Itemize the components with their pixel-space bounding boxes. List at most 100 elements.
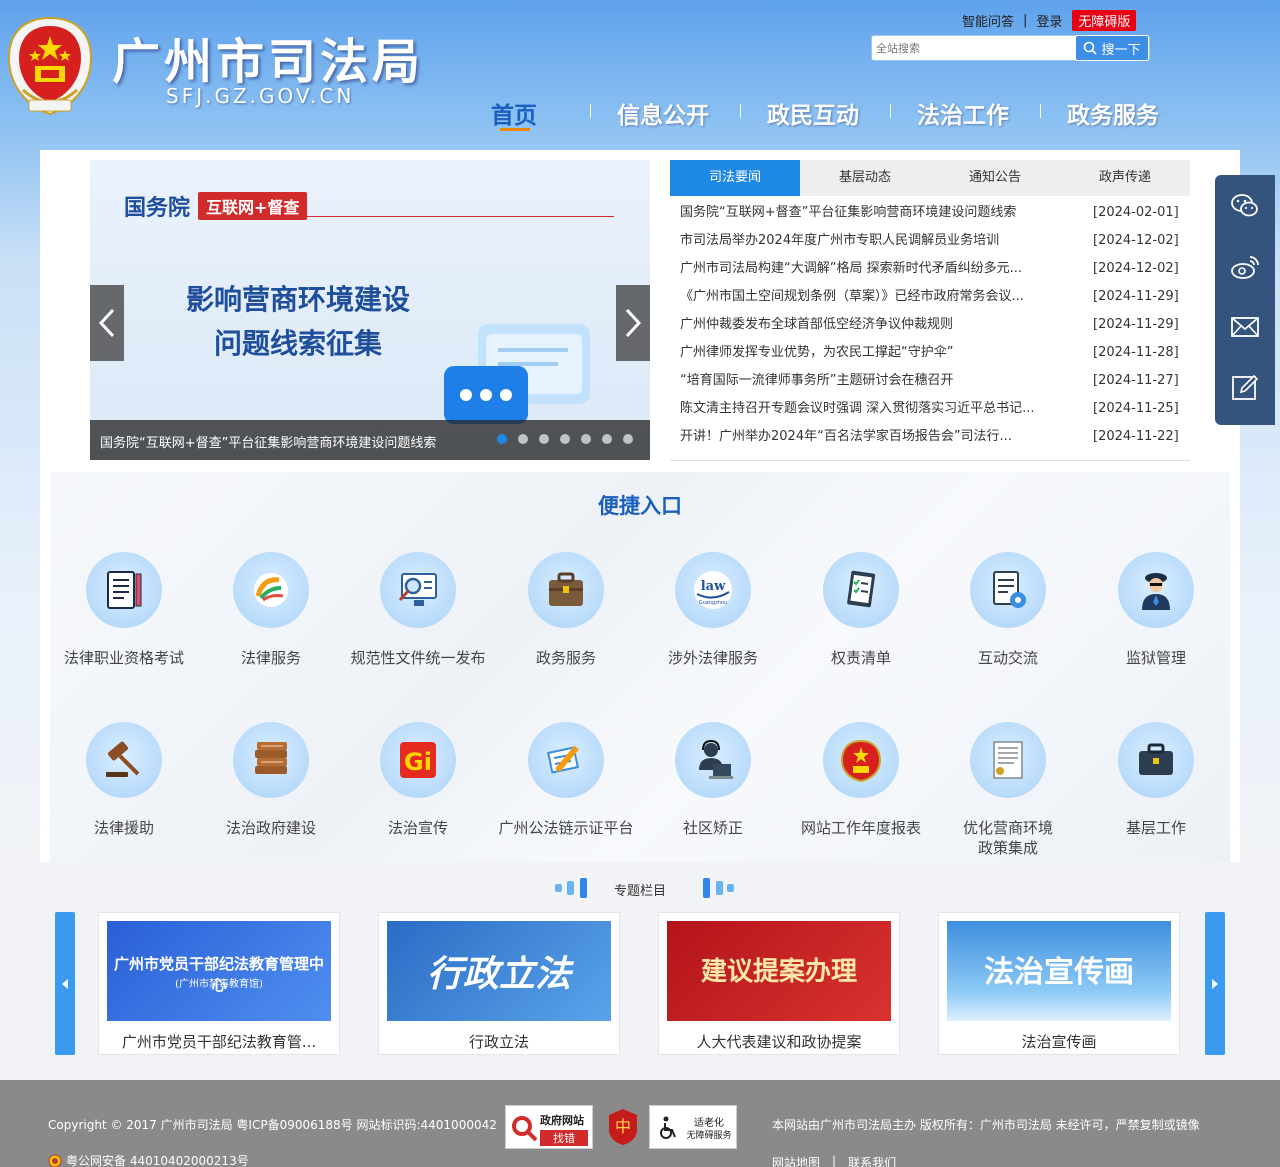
topic-card-image-subtitle: (广州市禁毒教育馆) [175,979,263,990]
news-item[interactable]: 广州律师发挥专业优势，为农民工撑起“守护伞” [2024-11-28] [670,340,1190,368]
quick-entry-icon-circle [970,722,1046,798]
elder-friendly-line1: 适老化 [694,1118,724,1129]
svg-text:中: 中 [615,1117,631,1136]
quick-entry[interactable]: 规范性文件统一发布 [344,552,492,692]
quick-entry[interactable]: 基层工作 [1082,722,1230,862]
carousel-dot[interactable] [602,434,612,444]
topic-card-legislation[interactable]: 行政立法 行政立法 [378,912,620,1055]
quick-entry[interactable]: 监狱管理 [1082,552,1230,692]
topic-card-posters[interactable]: 法治宣传画 法治宣传画 [938,912,1180,1055]
login-link[interactable]: 登录 [1036,11,1062,30]
decor-bar [716,881,723,895]
quick-entry[interactable]: 社区矫正 [639,722,787,862]
tab-notices[interactable]: 通知公告 [930,160,1060,196]
slide-divider [206,216,614,217]
quick-entry-label: 监狱管理 [1125,649,1186,667]
quick-entry[interactable]: 政务服务 [492,552,640,692]
sitemap-link[interactable]: 网站地图 [772,1154,820,1167]
nav-rule-of-law[interactable]: 法治工作 [917,96,1009,130]
search-box: 搜一下 [871,35,1150,61]
news-item[interactable]: 广州仲裁委发布全球首部低空经济争议仲裁规则 [2024-11-29] [670,312,1190,340]
news-carousel[interactable]: 国务院 互联网+督查 影响营商环境建设 问题线索征集 国务院“互联网+督查”平台… [90,160,650,460]
news-title[interactable]: 广州仲裁委发布全球首部低空经济争议仲裁规则 [680,312,1072,338]
news-date: [2024-11-22] [1093,429,1179,444]
news-title[interactable]: 广州市司法局构建“大调解”格局 探索新时代矛盾纠纷多元... [680,256,1072,282]
justice-emblem-icon[interactable] [5,14,95,118]
quick-entry[interactable]: 优化营商环境政策集成 [934,722,1082,862]
nav-info-disclosure[interactable]: 信息公开 [617,96,709,130]
carousel-next-button[interactable] [616,285,650,361]
nav-interaction[interactable]: 政民互动 [767,96,859,130]
quick-entry[interactable]: law Guangzhou 涉外法律服务 [639,552,787,692]
accessibility-link[interactable]: 无障碍版 [1072,10,1137,31]
slide-headline-line1: 影响营商环境建设 [185,283,410,316]
topics-prev-button[interactable] [55,912,75,1055]
weibo-button[interactable] [1230,252,1260,282]
mail-button[interactable] [1230,312,1260,342]
quick-entry[interactable]: 法治政府建设 [197,722,345,862]
quick-entry[interactable]: 法律职业资格考试 [50,552,198,692]
contact-link[interactable]: 联系我们 [848,1154,896,1167]
topic-card-image-title: 法治宣传画 [984,955,1134,990]
tab-gov-voice[interactable]: 政声传递 [1060,160,1190,196]
quick-entry[interactable]: 权责清单 [787,552,935,692]
nav-home[interactable]: 首页 [491,96,537,130]
tab-grassroots[interactable]: 基层动态 [800,160,930,196]
carousel-dot[interactable] [518,434,528,444]
carousel-prev-button[interactable] [90,285,124,361]
quick-entry[interactable]: 互动交流 [934,552,1082,692]
news-title[interactable]: 陈文清主持召开专题会议时强调 深入贯彻落实习近平总书记... [680,396,1072,422]
quick-entry-icon-circle [1118,552,1194,628]
topic-card-education-center[interactable]: 广州市党员干部纪法教育管理中心 (广州市禁毒教育馆) 广州市党员干部纪法教育管.… [98,912,340,1055]
top-links: 智能问答 | 登录 无障碍版 [962,10,1137,31]
news-divider [670,460,1190,461]
quick-entry[interactable]: 广州公法链示证平台 [492,722,640,862]
news-title[interactable]: “培育国际一流律师事务所”主题研讨会在穗召开 [680,368,1072,394]
news-item[interactable]: 广州市司法局构建“大调解”格局 探索新时代矛盾纠纷多元... [2024-12-0… [670,256,1190,284]
qa-link[interactable]: 智能问答 [962,11,1014,30]
news-title[interactable]: 市司法局举办2024年度广州市专职人民调解员业务培训 [680,228,1072,254]
nav-gov-services[interactable]: 政务服务 [1067,96,1159,130]
topics-next-button[interactable] [1205,912,1225,1055]
news-title[interactable]: 《广州市国土空间规划条例（草案）》已经市政府常务会议... [680,284,1072,310]
elder-friendly-line2: 无障碍服务 [686,1131,732,1141]
news-item[interactable]: 陈文清主持召开专题会议时强调 深入贯彻落实习近平总书记... [2024-11-2… [670,396,1190,424]
news-item[interactable]: “培育国际一流律师事务所”主题研讨会在穗召开 [2024-11-27] [670,368,1190,396]
news-item[interactable]: 市司法局举办2024年度广州市专职人民调解员业务培训 [2024-12-02] [670,228,1190,256]
elder-friendly-badge[interactable]: 适老化 无障碍服务 [649,1105,737,1149]
carousel-dot[interactable] [539,434,549,444]
search-input[interactable] [876,38,1072,58]
carousel-dot[interactable] [497,434,507,444]
quick-entry[interactable]: 法律援助 [50,722,198,862]
news-item[interactable]: 开讲！广州举办2024年“百名法学家百场报告会”司法行... [2024-11-2… [670,424,1190,452]
news-title[interactable]: 开讲！广州举办2024年“百名法学家百场报告会”司法行... [680,424,1072,450]
carousel-caption[interactable]: 国务院“互联网+督查”平台征集影响营商环境建设问题线索 [100,432,436,451]
topic-card-caption: 广州市党员干部纪法教育管... [121,1033,317,1051]
law-globe-icon: law Guangzhou [694,571,732,609]
legal-service-logo-icon [254,573,288,607]
news-item[interactable]: 国务院“互联网+督查”平台征集影响营商环境建设问题线索 [2024-02-01] [670,200,1190,228]
operator-laptop-icon [699,739,733,779]
party-org-badge[interactable]: 中 [608,1108,638,1146]
quick-entry-icon-circle [675,722,751,798]
footer-police-record[interactable]: 粤公网安备 44010402000213号 [48,1152,249,1167]
carousel-dot[interactable] [581,434,591,444]
carousel-dot[interactable] [623,434,633,444]
feedback-button[interactable] [1230,372,1260,402]
carousel-dot[interactable] [560,434,570,444]
wechat-button[interactable] [1230,191,1260,221]
topic-card-image: 建议提案办理 [667,921,891,1021]
news-item[interactable]: 《广州市国土空间规划条例（草案）》已经市政府常务会议... [2024-11-29… [670,284,1190,312]
quick-entry[interactable]: 法律服务 [197,552,345,692]
news-title[interactable]: 国务院“互联网+督查”平台征集影响营商环境建设问题线索 [680,200,1072,226]
topic-card-caption: 行政立法 [468,1033,529,1051]
topic-card-proposals[interactable]: 建议提案办理 人大代表建议和政协提案 [658,912,900,1055]
quick-entry[interactable]: 网站工作年度报表 [787,722,935,862]
tab-judicial-news[interactable]: 司法要闻 [670,160,800,196]
topic-card-image: 行政立法 [387,921,611,1021]
news-title[interactable]: 广州律师发挥专业优势，为农民工撑起“守护伞” [680,340,1072,366]
quick-entry[interactable]: Gi 法治宣传 [344,722,492,862]
find-error-badge[interactable]: 政府网站 找错 [505,1105,593,1149]
search-button[interactable]: 搜一下 [1075,35,1149,61]
news-date: [2024-11-25] [1093,401,1179,416]
